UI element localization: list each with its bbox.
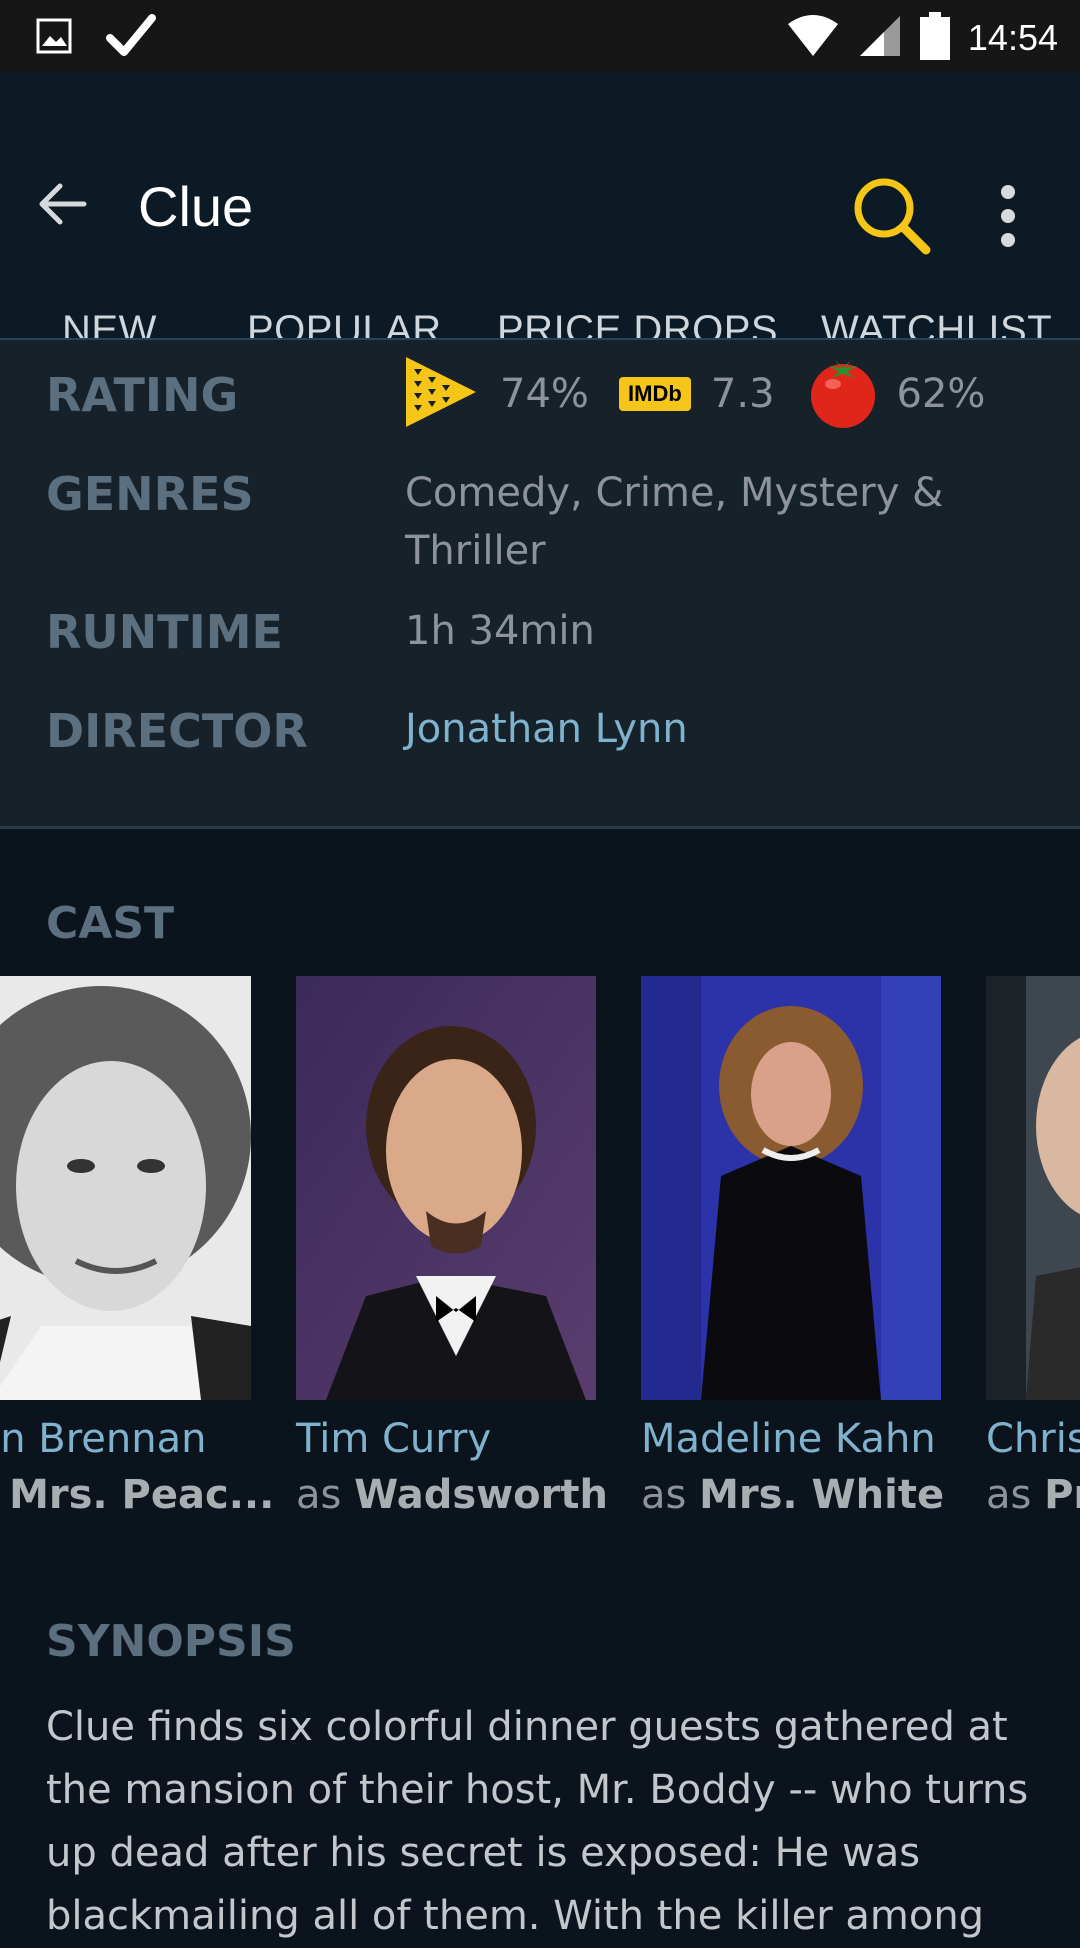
cast-name: Madeline Kahn	[641, 1416, 936, 1462]
tomato-score: 62%	[896, 371, 986, 417]
signal-icon	[858, 14, 902, 62]
status-bar: 14:54	[0, 0, 1080, 72]
cast-title: CAST	[46, 898, 175, 949]
cast-name: Tim Curry	[296, 1416, 492, 1462]
cast-card[interactable]: Chris as Pr	[986, 976, 1080, 1518]
cast-card[interactable]: Tim Curry as Wadsworth	[296, 976, 608, 1518]
more-vert-icon[interactable]	[996, 184, 1020, 252]
image-icon	[36, 18, 72, 58]
genres-line-2: Thriller	[405, 528, 546, 574]
app-bar: Clue NEW POPULAR PRICE DROPS WATCHLIST	[0, 72, 1080, 352]
tomato-icon	[805, 354, 881, 434]
genres-line-1: Comedy, Crime, Mystery &	[405, 470, 944, 516]
battery-icon	[919, 12, 950, 64]
cast-name: een Brennan	[0, 1416, 207, 1462]
search-icon[interactable]	[852, 176, 932, 260]
justwatch-score: 74%	[500, 371, 589, 417]
cast-photo	[0, 976, 251, 1400]
cast-name: Chris	[986, 1416, 1080, 1462]
cast-card[interactable]: een Brennan as Mrs. Peac...	[0, 976, 275, 1518]
imdb-score: 7.3	[710, 371, 775, 417]
details-divider	[0, 826, 1080, 829]
rating-row: 74% IMDb 7.3 62%	[404, 354, 985, 434]
director-label: DIRECTOR	[46, 704, 308, 758]
genres-value: Comedy, Crime, Mystery & Thriller	[405, 464, 943, 580]
cast-role: as Wadsworth	[296, 1472, 608, 1518]
back-arrow-icon[interactable]	[34, 176, 90, 236]
page-title: Clue	[138, 175, 254, 238]
runtime-value: 1h 34min	[405, 608, 595, 654]
imdb-badge: IMDb	[618, 377, 691, 411]
justwatch-icon	[404, 355, 478, 433]
cast-card[interactable]: Madeline Kahn as Mrs. White	[641, 976, 945, 1518]
check-icon	[106, 14, 156, 62]
rating-label: RATING	[46, 368, 239, 422]
cast-photo	[641, 976, 941, 1400]
cast-role: as Pr	[986, 1472, 1080, 1518]
cast-photo	[296, 976, 596, 1400]
cast-photo	[986, 976, 1080, 1400]
director-link[interactable]: Jonathan Lynn	[405, 700, 688, 758]
synopsis-title: SYNOPSIS	[46, 1616, 296, 1667]
cast-role: as Mrs. Peac...	[9, 1472, 275, 1518]
status-time: 14:54	[967, 17, 1058, 58]
genres-label: GENRES	[46, 467, 254, 521]
synopsis-text: Clue finds six colorful dinner guests ga…	[46, 1704, 1029, 1939]
cast-role: as Mrs. White	[641, 1472, 945, 1518]
runtime-label: RUNTIME	[46, 605, 283, 659]
wifi-icon	[786, 14, 840, 62]
